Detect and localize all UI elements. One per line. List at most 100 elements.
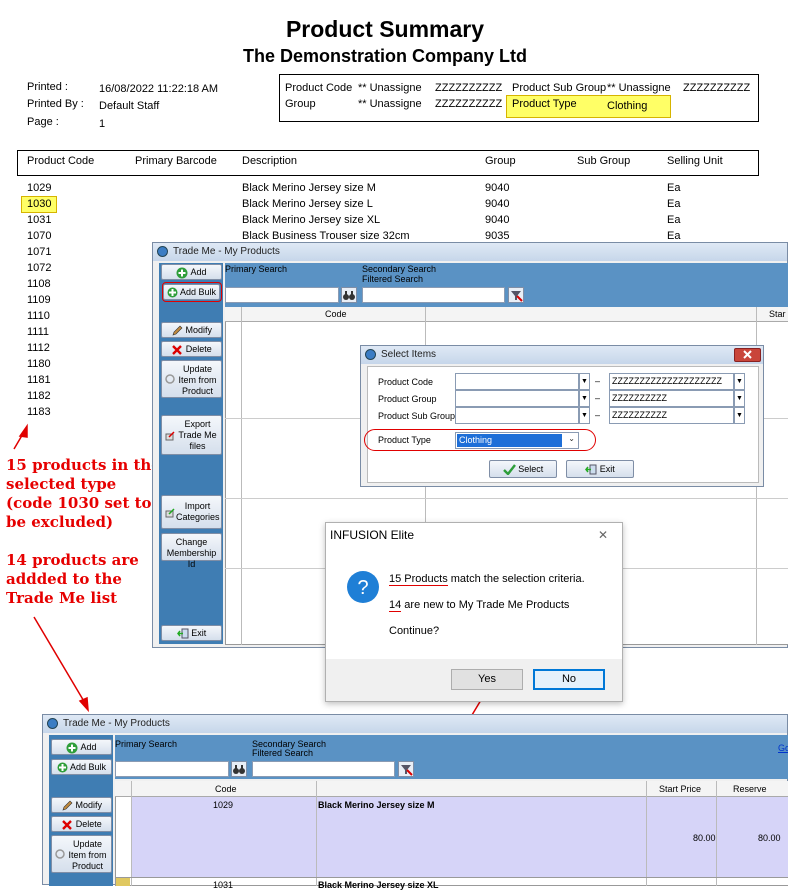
pencil-icon [62, 800, 73, 811]
select-items-titlebar: Select Items [361, 346, 763, 364]
clear-filter-button[interactable] [398, 761, 414, 777]
product-code-to-dropdown[interactable]: ▼ [734, 373, 745, 390]
exit-label: Exit [191, 628, 207, 638]
close-button[interactable] [734, 348, 761, 362]
svg-text:?: ? [357, 577, 368, 599]
chevron-down-icon: ⌄ [568, 434, 575, 443]
select-exit-button[interactable]: Exit [566, 460, 634, 478]
no-button[interactable]: No [533, 669, 605, 690]
delete-label: Delete [185, 344, 212, 354]
msgbox-title: INFUSION Elite [330, 528, 415, 542]
grid-col-reserve: Reserve [733, 784, 767, 794]
export-button[interactable]: Export Trade Me files [161, 415, 222, 455]
dash: – [595, 410, 601, 420]
grid-col-start-price: Start Price [659, 784, 702, 794]
yes-button[interactable]: Yes [451, 669, 523, 690]
select-label: Select [518, 464, 544, 474]
delete-button[interactable]: Delete [51, 816, 112, 832]
dialog-title: Select Items [381, 349, 437, 360]
pencil-icon [172, 325, 183, 336]
product-code-to-input[interactable]: ZZZZZZZZZZZZZZZZZZZZ [609, 373, 734, 390]
product-code-from-input[interactable] [455, 373, 579, 390]
add-bulk-button[interactable]: Add Bulk [51, 759, 112, 775]
products-new-count: 14 [389, 599, 402, 612]
select-items-dialog: Select Items Product Code ▼ – ZZZZZZZZZZ… [360, 345, 764, 487]
binoculars-icon [233, 765, 245, 774]
add-bulk-label: Add Bulk [69, 762, 107, 772]
binoculars-button[interactable] [231, 761, 247, 777]
line2-rest: are new to My Trade Me Products [401, 599, 570, 611]
row-start-price: 80.00 [693, 833, 716, 843]
select-button[interactable]: Select [489, 460, 557, 478]
row-desc: Black Merino Jersey size XL [318, 880, 439, 890]
primary-search-input[interactable] [225, 287, 339, 303]
delete-icon [62, 819, 73, 830]
filtered-search-label: Filtered Search [252, 748, 314, 758]
msgbox-line3: Continue? [389, 625, 440, 637]
grid-hline [225, 498, 788, 499]
product-sub-group-to-dropdown[interactable]: ▼ [734, 407, 745, 424]
msgbox-line1: 15 Products match the selection criteria… [389, 573, 585, 586]
grid-col-start: Star [769, 309, 786, 319]
grid-divider [131, 781, 132, 886]
grid-header [225, 307, 788, 322]
binoculars-button[interactable] [341, 287, 357, 303]
add-button[interactable]: Add [51, 739, 112, 755]
add-bulk-highlight [162, 282, 222, 302]
modify-label: Modify [75, 800, 103, 810]
update-item-button[interactable]: Update Item from Product [161, 360, 222, 398]
secondary-search-input[interactable] [362, 287, 505, 303]
binoculars-icon [343, 291, 355, 300]
filtered-search-label: Filtered Search [362, 274, 424, 284]
exit-button[interactable]: Exit [161, 625, 222, 641]
trademe-titlebar: Trade Me - My Products [43, 715, 787, 733]
app-icon [47, 718, 58, 729]
grid-divider [716, 781, 717, 886]
product-type-value: Clothing [457, 434, 562, 447]
product-group-to-dropdown[interactable]: ▼ [734, 390, 745, 407]
primary-search-input[interactable] [115, 761, 229, 777]
exit-label: Exit [599, 464, 615, 474]
add-button[interactable]: Add [161, 264, 222, 280]
clear-filter-icon [401, 765, 413, 776]
secondary-search-input[interactable] [252, 761, 395, 777]
dash: – [595, 393, 601, 403]
product-group-to-input[interactable]: ZZZZZZZZZZ [609, 390, 734, 407]
product-sub-group-from-input[interactable] [455, 407, 579, 424]
question-icon: ? [347, 571, 379, 603]
modify-button[interactable]: Modify [161, 322, 222, 338]
delete-button[interactable]: Delete [161, 341, 222, 357]
plus-icon [176, 267, 188, 279]
primary-search-label: Primary Search [115, 739, 178, 749]
product-group-from-input[interactable] [455, 390, 579, 407]
modify-label: Modify [185, 325, 213, 335]
clear-filter-button[interactable] [508, 287, 524, 303]
product-type-label: Product Type [378, 435, 431, 445]
modify-button[interactable]: Modify [51, 797, 112, 813]
grid-divider [316, 781, 317, 886]
line1-rest: match the selection criteria. [447, 573, 585, 585]
row-code: 1029 [213, 800, 234, 810]
exit-icon [585, 464, 597, 475]
grid-divider [646, 781, 647, 886]
grid-col-code: Code [325, 309, 347, 319]
msgbox-line2: 14 are new to My Trade Me Products [389, 599, 570, 612]
grid-hline [115, 877, 788, 878]
app-icon [157, 246, 168, 257]
product-sub-group-label: Product Sub Group [378, 411, 456, 421]
import-icon [165, 508, 175, 518]
go-link[interactable]: Go [778, 743, 788, 753]
import-categories-button[interactable]: Import Categories [161, 495, 222, 529]
product-code-from-dropdown[interactable]: ▼ [579, 373, 590, 390]
product-type-select[interactable]: Clothing ⌄ [455, 432, 579, 449]
change-membership-button[interactable]: Change Membership Id [161, 533, 222, 569]
product-sub-group-to-input[interactable]: ZZZZZZZZZZ [609, 407, 734, 424]
row-desc: Black Merino Jersey size M [318, 800, 435, 810]
window-title: Trade Me - My Products [63, 718, 170, 729]
product-sub-group-from-dropdown[interactable]: ▼ [579, 407, 590, 424]
product-group-from-dropdown[interactable]: ▼ [579, 390, 590, 407]
secondary-search-label: Secondary Search [362, 264, 437, 274]
product-group-label: Product Group [378, 394, 437, 404]
update-item-button[interactable]: Update Item from Product [51, 835, 112, 873]
msgbox-close-button[interactable]: ✕ [598, 528, 608, 542]
